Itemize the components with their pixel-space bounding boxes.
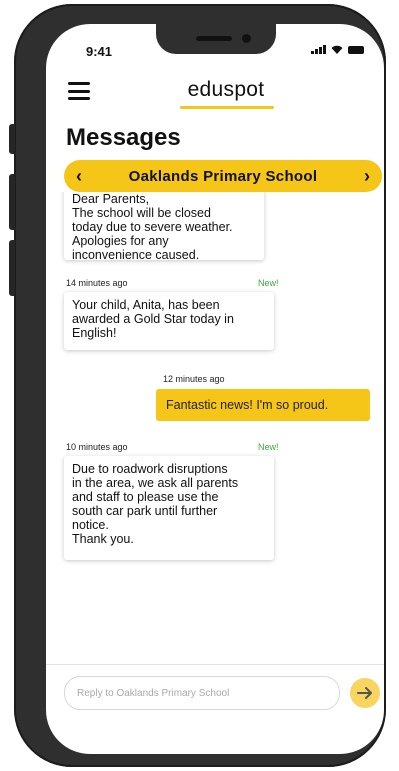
wifi-icon bbox=[331, 45, 343, 54]
new-badge: New! bbox=[258, 278, 279, 288]
send-button[interactable] bbox=[350, 678, 380, 708]
volume-up-button bbox=[9, 174, 15, 230]
battery-icon bbox=[348, 46, 364, 54]
school-name: Oaklands Primary School bbox=[128, 167, 318, 185]
status-time: 9:41 bbox=[86, 44, 113, 59]
new-badge: New! bbox=[258, 442, 279, 452]
composer-divider bbox=[46, 664, 384, 665]
message-card: Your child, Anita, has been awarded a Go… bbox=[64, 292, 274, 350]
prev-school-button[interactable]: ‹ bbox=[64, 166, 94, 187]
message-card: Due to roadwork disruptions in the area,… bbox=[64, 456, 274, 560]
signal-icon bbox=[311, 45, 326, 54]
message-list[interactable]: Dear Parents, The school will be closed … bbox=[46, 192, 384, 662]
camera bbox=[242, 34, 251, 43]
speaker bbox=[196, 36, 232, 41]
hamburger-icon[interactable] bbox=[68, 82, 90, 100]
message-timestamp: 14 minutes ago bbox=[66, 278, 128, 288]
reply-input[interactable] bbox=[64, 676, 340, 710]
notch bbox=[156, 24, 276, 54]
status-icons bbox=[311, 45, 364, 54]
arrow-right-icon bbox=[357, 687, 372, 699]
volume-down-button bbox=[9, 240, 15, 296]
brand-underline bbox=[180, 106, 274, 109]
message-card: Dear Parents, The school will be closed … bbox=[64, 192, 264, 262]
brand-logo: eduspot bbox=[187, 78, 265, 101]
mute-switch bbox=[9, 124, 15, 154]
page-title: Messages bbox=[66, 124, 181, 151]
my-message-bubble: Fantastic news! I'm so proud. bbox=[156, 389, 370, 421]
message-timestamp: 10 minutes ago bbox=[66, 442, 128, 452]
next-school-button[interactable]: › bbox=[352, 166, 382, 187]
school-selector: ‹ Oaklands Primary School › bbox=[64, 160, 382, 192]
message-timestamp: 12 minutes ago bbox=[163, 374, 225, 384]
phone-frame: 9:41 eduspot Messages ‹ Oaklands Primary… bbox=[9, 4, 386, 767]
screen: 9:41 eduspot Messages ‹ Oaklands Primary… bbox=[46, 24, 384, 754]
